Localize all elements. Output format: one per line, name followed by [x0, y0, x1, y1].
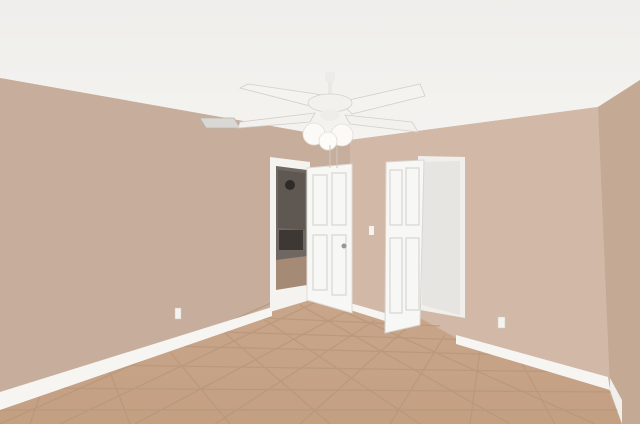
wall-outlet-right — [497, 316, 506, 329]
hallway-doorway — [270, 157, 310, 312]
room-photo — [0, 0, 640, 424]
bedroom-door-left — [306, 163, 353, 314]
fan-light-3 — [318, 131, 338, 151]
light-switch — [369, 226, 374, 235]
wall-outlet-left — [174, 307, 182, 320]
bedroom-door-right — [384, 159, 425, 334]
closet-doorway — [418, 156, 465, 318]
room-illustration — [0, 0, 640, 424]
door-left-knob — [341, 243, 347, 249]
air-vent — [199, 117, 241, 129]
